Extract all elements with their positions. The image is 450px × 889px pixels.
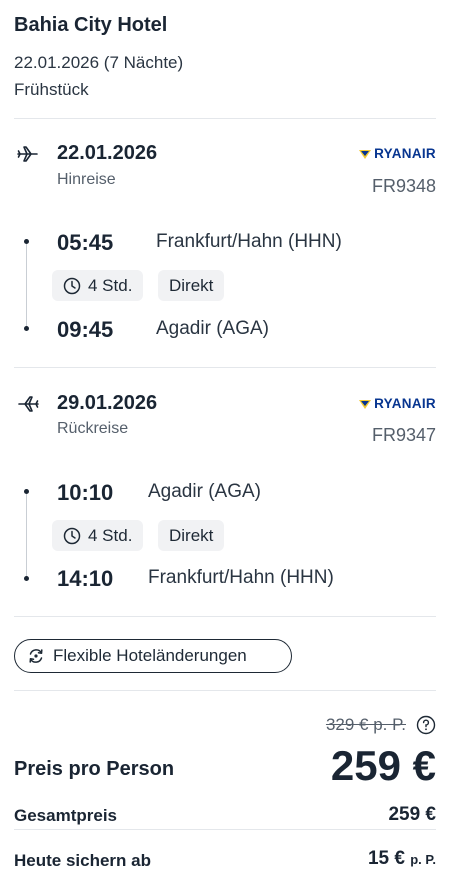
route-dot	[24, 576, 29, 581]
price-per-person-label: Preis pro Person	[14, 758, 175, 780]
board-type: Frühstück	[14, 80, 89, 99]
outbound-dep-time: 05:45	[57, 230, 114, 255]
return-flight-number: FR9347	[371, 425, 436, 445]
plane-departure-icon	[17, 146, 38, 162]
outbound-date: 22.01.2026	[57, 142, 158, 164]
duration-text: 4 Std.	[88, 525, 133, 545]
deposit-amount: 15 €	[367, 848, 405, 869]
deposit-label: Heute sichern ab	[14, 851, 151, 870]
refresh-icon	[29, 649, 43, 663]
stay-dates: 22.01.2026 (7 Nächte)	[14, 53, 184, 72]
divider	[14, 616, 436, 617]
divider	[14, 829, 436, 830]
return-label: Rückreise	[57, 420, 129, 437]
deposit-price: 15 € p. P.	[368, 848, 436, 870]
divider	[14, 690, 436, 691]
route-dot	[24, 239, 29, 244]
total-price: 259 €	[388, 804, 436, 825]
duration-chip: 4 Std.	[52, 270, 144, 301]
total-price-label: Gesamtpreis	[14, 806, 117, 825]
ryanair-harp-icon	[359, 399, 372, 409]
stops-chip: Direkt	[158, 520, 225, 551]
flexible-hotel-changes-button[interactable]: Flexible Hoteländerungen	[14, 639, 292, 673]
airline-name: RYANAIR	[374, 146, 436, 161]
route-dot	[24, 326, 29, 331]
divider	[14, 118, 436, 119]
stops-chip: Direkt	[158, 270, 225, 301]
duration-text: 4 Std.	[88, 275, 133, 295]
airline-logo: RYANAIR	[358, 396, 436, 411]
route-line	[26, 494, 27, 578]
duration-chip: 4 Std.	[52, 520, 144, 551]
outbound-flight-number: FR9348	[371, 176, 436, 196]
stops-text: Direkt	[169, 525, 214, 545]
clock-icon	[63, 277, 81, 294]
old-price: 329 € p. P.	[325, 715, 406, 734]
clock-icon	[63, 527, 81, 544]
outbound-arr-place: Agadir (AGA)	[156, 318, 269, 339]
airline-name: RYANAIR	[374, 396, 436, 411]
return-arr-place: Frankfurt/Hahn (HHN)	[148, 567, 334, 588]
outbound-dep-place: Frankfurt/Hahn (HHN)	[156, 231, 342, 252]
stops-text: Direkt	[169, 275, 214, 295]
plane-return-icon	[18, 396, 39, 412]
ryanair-harp-icon	[359, 149, 372, 159]
divider	[14, 367, 436, 368]
return-date: 29.01.2026	[57, 392, 158, 414]
airline-logo: RYANAIR	[358, 146, 436, 161]
return-arr-time: 14:10	[57, 566, 114, 591]
outbound-arr-time: 09:45	[57, 317, 114, 342]
return-dep-place: Agadir (AGA)	[148, 481, 261, 502]
route-line	[26, 244, 27, 328]
deposit-unit: p. P.	[410, 852, 436, 867]
route-dot	[24, 489, 29, 494]
flexible-hotel-changes-label: Flexible Hoteländerungen	[53, 646, 247, 665]
hotel-name: Bahia City Hotel	[14, 14, 168, 36]
price-per-person: 259 €	[330, 742, 436, 789]
outbound-label: Hinreise	[57, 171, 116, 188]
help-icon[interactable]	[416, 715, 436, 735]
return-dep-time: 10:10	[57, 480, 114, 505]
